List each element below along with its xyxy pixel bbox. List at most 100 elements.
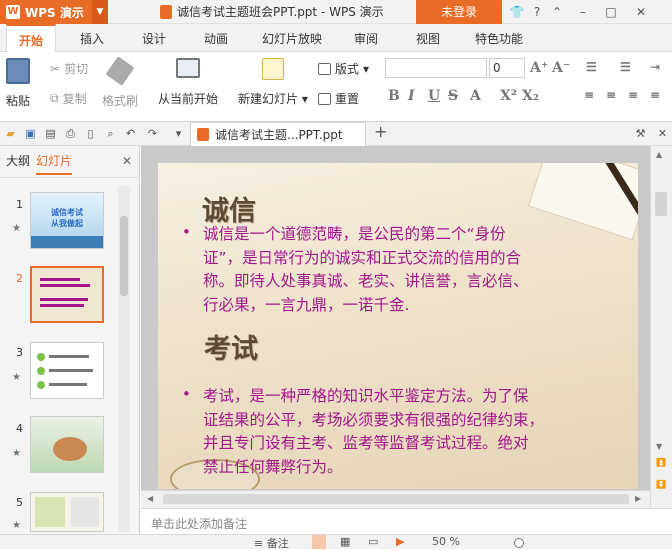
vertical-scrollbar[interactable]: ▲ ▼ ⏫ ⏬ — [650, 146, 672, 508]
scroll-thumb[interactable] — [655, 192, 667, 216]
number-list-icon[interactable]: ☰ — [620, 60, 631, 74]
tab-design[interactable]: 设计 — [132, 24, 176, 52]
tab-animation[interactable]: 动画 — [194, 24, 238, 52]
print-preview-icon[interactable]: ▯ — [84, 127, 97, 140]
justify-icon[interactable]: ≡ — [650, 88, 660, 102]
close-tab-icon[interactable]: ✕ — [656, 127, 669, 140]
chevron-up-icon[interactable]: ⌃ — [546, 0, 568, 24]
zoom-slider[interactable] — [514, 538, 524, 548]
bold-icon[interactable]: B — [388, 88, 400, 104]
wps-app-menu-button[interactable]: W WPS 演示 ▼ — [0, 0, 108, 24]
thumb-number: 4 — [16, 422, 23, 435]
notes-area[interactable]: 单击此处添加备注 — [141, 508, 672, 534]
scroll-up-icon[interactable]: ▲ — [656, 150, 662, 159]
tab-slideshow[interactable]: 幻灯片放映 — [256, 24, 328, 52]
subscript-icon[interactable]: X₂ — [522, 88, 539, 104]
align-center-icon[interactable]: ≡ — [606, 88, 616, 102]
slide-thumbnail-2[interactable] — [30, 266, 104, 323]
tab-review[interactable]: 审阅 — [344, 24, 388, 52]
slide-thumbnail-5[interactable] — [30, 492, 104, 532]
chevron-down-icon[interactable]: ▼ — [92, 0, 108, 24]
open-folder-icon[interactable]: ▰ — [4, 127, 17, 140]
scroll-left-icon[interactable]: ◀ — [147, 494, 153, 503]
slide-thumbnail-4[interactable] — [30, 416, 104, 473]
horizontal-scrollbar[interactable]: ◀ ▶ — [141, 490, 650, 508]
grow-font-icon[interactable]: A⁺ — [530, 60, 548, 76]
star-icon: ★ — [12, 448, 21, 459]
scroll-right-icon[interactable]: ▶ — [635, 494, 641, 503]
title-bar: W WPS 演示 ▼ 诚信考试主题班会PPT.ppt - WPS 演示 未登录 … — [0, 0, 672, 24]
login-button[interactable]: 未登录 — [416, 0, 502, 24]
tab-special[interactable]: 特色功能 — [468, 24, 530, 52]
slide-thumbnail-1[interactable]: 诚信考试 从我做起 — [30, 192, 104, 249]
print-icon[interactable]: ⎙ — [64, 127, 77, 140]
layout-button[interactable]: 版式 ▾ — [318, 60, 369, 77]
bullet-dot-icon: • — [182, 223, 191, 241]
strikethrough-icon[interactable]: S — [448, 88, 458, 104]
cut-button[interactable]: ✂ 剪切 — [50, 60, 88, 77]
ribbon-tabs: 开始 插入 设计 动画 幻灯片放映 审阅 视图 特色功能 — [0, 24, 672, 52]
star-icon: ★ — [12, 520, 21, 531]
maximize-icon[interactable]: □ — [600, 0, 622, 24]
close-icon[interactable]: ✕ — [630, 0, 652, 24]
format-painter-button[interactable]: 格式刷 — [102, 56, 138, 109]
italic-icon[interactable]: I — [408, 88, 415, 104]
play-icon[interactable]: ▶ — [396, 535, 404, 548]
current-slide[interactable]: 诚信 • 诚信是一个道德范畴，是公民的第二个“身份 证”，是日常行为的诚实和正式… — [158, 163, 638, 489]
superscript-icon[interactable]: X² — [500, 88, 517, 104]
tab-outline[interactable]: 大纲 — [6, 152, 30, 169]
copy-button[interactable]: ⧉ 复制 — [50, 90, 87, 107]
new-slide-button[interactable]: 新建幻灯片 ▾ — [238, 58, 308, 107]
slides-pane: 大纲 幻灯片 ✕ 1 ★ 诚信考试 从我做起 2 3 ★ 4 ★ 5 ★ — [0, 146, 140, 534]
underline-icon[interactable]: U — [428, 88, 440, 104]
align-right-icon[interactable]: ≡ — [628, 88, 638, 102]
slide-thumbnail-3[interactable] — [30, 342, 104, 399]
spellcheck-icon[interactable]: ⌕ — [104, 127, 117, 140]
font-name-dropdown[interactable] — [385, 58, 487, 78]
star-icon: ★ — [12, 372, 21, 383]
scissors-icon: ✂ — [50, 61, 61, 76]
bullet-list-icon[interactable]: ☰ — [586, 60, 597, 74]
paste-button[interactable]: 粘贴 — [6, 58, 30, 109]
status-bar: ≡ 备注 ▦ ▭ ▶ 50 % — [0, 534, 672, 550]
save-icon[interactable]: ▣ — [24, 127, 37, 140]
font-size-dropdown[interactable]: 0 — [489, 58, 525, 78]
thumbnail-scrollbar[interactable] — [118, 186, 130, 532]
save-as-icon[interactable]: ▤ — [44, 127, 57, 140]
wps-logo-icon: W — [6, 5, 20, 19]
prev-slide-icon[interactable]: ⏫ — [656, 458, 666, 467]
shirt-skin-icon[interactable]: 👕 — [506, 0, 528, 24]
thumb-number: 5 — [16, 496, 23, 509]
redo-icon[interactable]: ↷ — [146, 127, 159, 140]
shrink-font-icon[interactable]: A⁻ — [552, 60, 570, 76]
hscroll-thumb[interactable] — [163, 494, 629, 504]
scroll-down-icon[interactable]: ▼ — [656, 442, 662, 451]
window-title: 诚信考试主题班会PPT.ppt - WPS 演示 — [160, 0, 384, 24]
tab-home[interactable]: 开始 — [6, 24, 56, 52]
tab-view[interactable]: 视图 — [406, 24, 450, 52]
align-left-icon[interactable]: ≡ — [584, 88, 594, 102]
new-slide-icon — [261, 58, 284, 80]
slide-sorter-icon[interactable]: ▦ — [340, 535, 350, 548]
indent-icon[interactable]: ⇥ — [650, 60, 660, 74]
normal-view-icon[interactable] — [312, 535, 326, 549]
pin-icon[interactable]: ⚒ — [634, 127, 647, 140]
ribbon: 粘贴 ✂ 剪切 ⧉ 复制 格式刷 从当前开始 新建幻灯片 ▾ 版式 ▾ 重置 0 A… — [0, 52, 672, 122]
customize-dropdown-icon[interactable]: ▾ — [172, 127, 185, 140]
font-color-icon[interactable]: A — [470, 88, 481, 104]
reading-view-icon[interactable]: ▭ — [368, 535, 378, 548]
undo-icon[interactable]: ↶ — [124, 127, 137, 140]
close-pane-icon[interactable]: ✕ — [122, 154, 132, 168]
new-tab-icon[interactable]: + — [374, 124, 387, 140]
from-current-button[interactable]: 从当前开始 — [158, 58, 218, 107]
paste-icon — [6, 58, 30, 84]
next-slide-icon[interactable]: ⏬ — [656, 480, 666, 489]
ppt-file-icon — [160, 5, 172, 19]
quick-access-bar: ▰ ▣ ▤ ⎙ ▯ ⌕ ↶ ↷ ▾ 诚信考试主题...PPT.ppt + ⚒ ✕ — [0, 122, 672, 146]
minimize-icon[interactable]: – — [572, 0, 594, 24]
help-icon[interactable]: ? — [526, 0, 548, 24]
reset-button[interactable]: 重置 — [318, 90, 359, 107]
document-tab[interactable]: 诚信考试主题...PPT.ppt — [190, 122, 366, 146]
tab-slides[interactable]: 幻灯片 — [36, 152, 73, 175]
tab-insert[interactable]: 插入 — [70, 24, 114, 52]
